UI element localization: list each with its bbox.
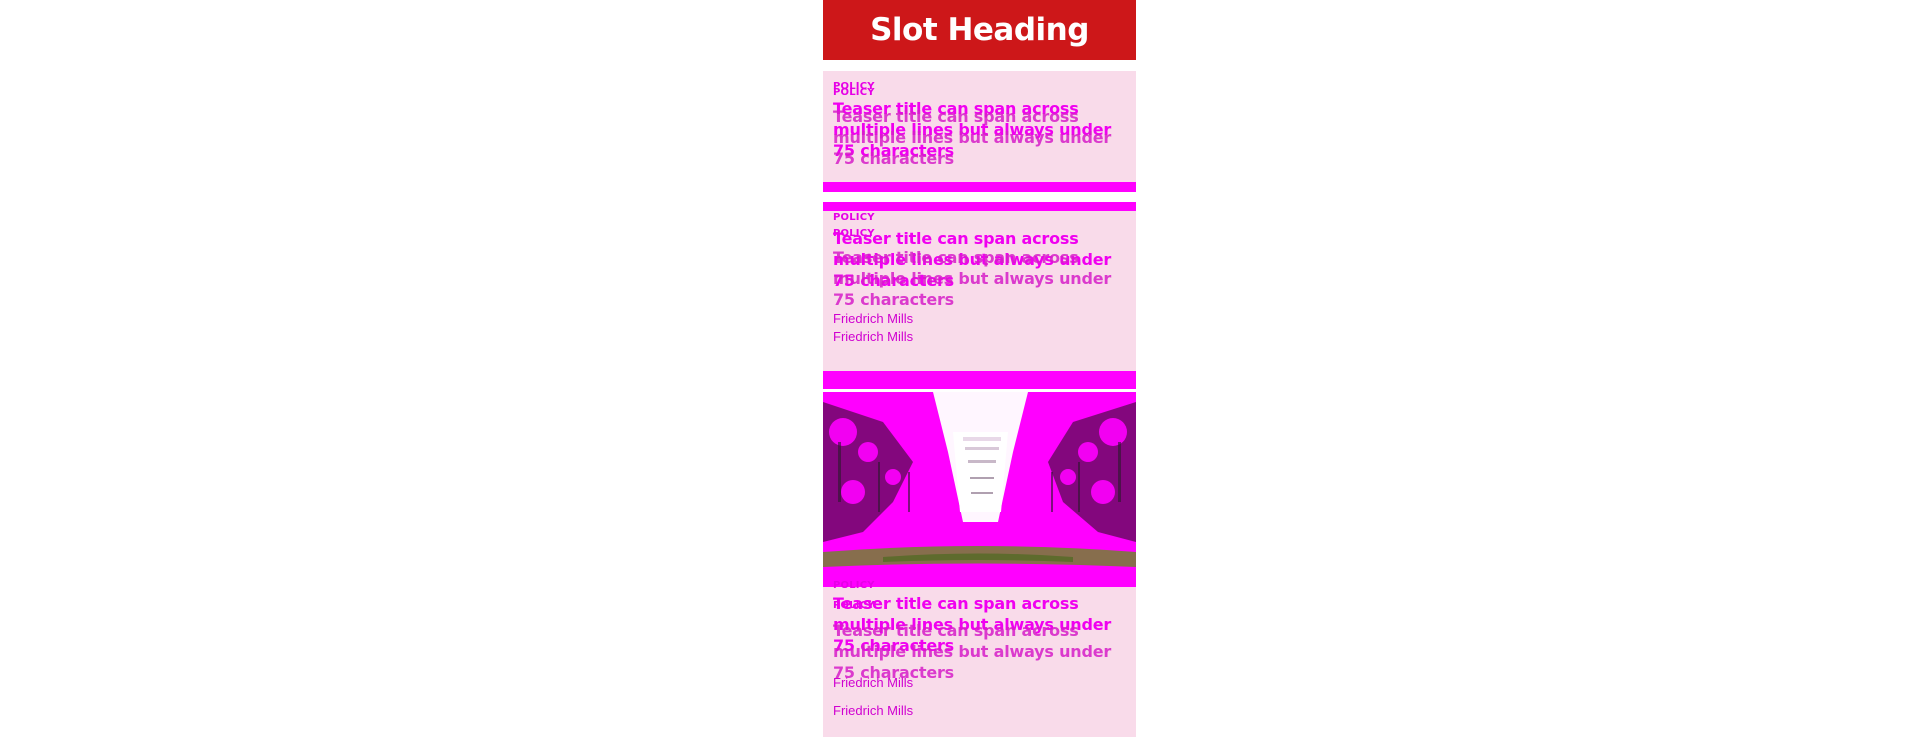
teaser-author[interactable]: Friedrich Mills bbox=[833, 675, 913, 690]
divider bbox=[823, 389, 1136, 391]
teaser-author[interactable]: Friedrich Mills bbox=[833, 311, 913, 326]
teaser-author-duplicate: Friedrich Mills bbox=[833, 703, 914, 718]
teaser-title-duplicate: Teaser title can span across multiple li… bbox=[833, 107, 1112, 168]
slot-heading: Slot Heading bbox=[823, 0, 1136, 60]
teaser-author-duplicate: Friedrich Mills bbox=[833, 329, 914, 344]
teaser-separator-bar bbox=[823, 202, 1136, 211]
teaser-title-duplicate: Teaser title can span across multiple li… bbox=[833, 621, 1112, 682]
teaser-kicker-duplicate: POLICY bbox=[833, 87, 875, 98]
teaser-title-duplicate: Teaser title can span across multiple li… bbox=[833, 248, 1112, 309]
teaser-kicker: POLICY bbox=[833, 212, 875, 223]
teaser-separator-bar bbox=[823, 182, 1136, 192]
teaser-separator-bar bbox=[823, 371, 1136, 389]
teaser-kicker: POLICY bbox=[833, 580, 875, 591]
tree-lined-avenue-image[interactable] bbox=[823, 392, 1136, 587]
